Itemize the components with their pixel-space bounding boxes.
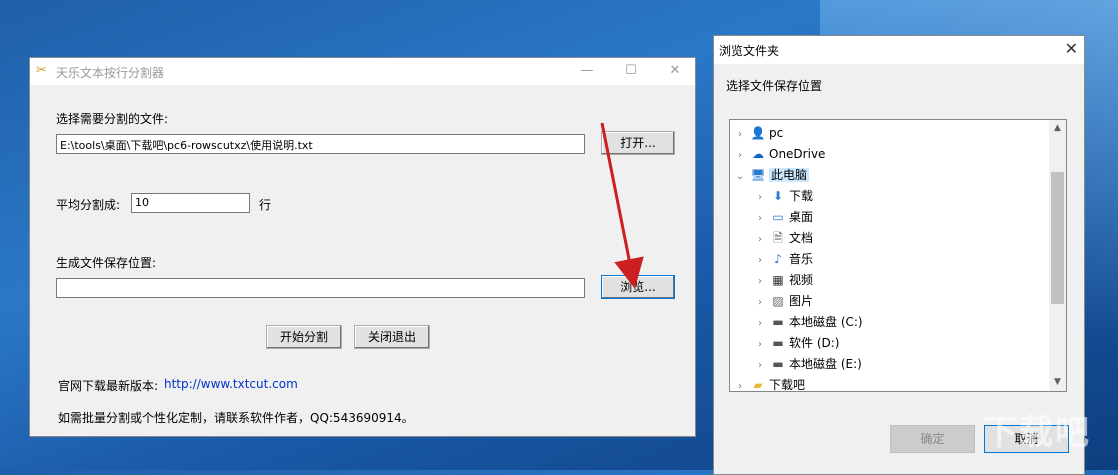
picture-icon: ▨ bbox=[772, 294, 784, 308]
user-icon: 👤 bbox=[750, 126, 766, 140]
tree-item-label: 桌面 bbox=[789, 210, 814, 224]
chevron-right-icon[interactable]: › bbox=[754, 334, 766, 355]
chevron-right-icon[interactable]: › bbox=[754, 355, 766, 376]
dialog-title-bar: 浏览文件夹 ✕ bbox=[714, 36, 1084, 64]
drive-icon: ▬ bbox=[772, 357, 784, 371]
scroll-up-icon[interactable]: ▲ bbox=[1049, 120, 1066, 137]
scroll-down-icon[interactable]: ▼ bbox=[1049, 374, 1066, 391]
tree-item[interactable]: › ⬇ 下载 bbox=[754, 186, 813, 207]
tree-item-label: 视频 bbox=[789, 273, 814, 287]
tree-item-label: 本地磁盘 (E:) bbox=[789, 357, 862, 371]
file-path-input[interactable]: E:\tools\桌面\下载吧\pc6-rowscutxz\使用说明.txt bbox=[56, 134, 585, 154]
file-label: 选择需要分割的文件: bbox=[56, 112, 169, 126]
scroll-thumb[interactable] bbox=[1051, 172, 1064, 304]
tree-item[interactable]: › ♪ 音乐 bbox=[754, 249, 813, 270]
split-unit-label: 行 bbox=[259, 198, 272, 212]
chevron-right-icon[interactable]: › bbox=[754, 229, 766, 250]
tree-scrollbar[interactable]: ▲ ▼ bbox=[1049, 120, 1066, 391]
dialog-description: 选择文件保存位置 bbox=[726, 79, 823, 93]
tree-item[interactable]: › ▬ 软件 (D:) bbox=[754, 333, 839, 354]
split-count-input[interactable]: 10 bbox=[131, 193, 250, 213]
split-label: 平均分割成: bbox=[56, 198, 121, 212]
tree-item-label: 软件 (D:) bbox=[789, 336, 840, 350]
tree-item[interactable]: › ▨ 图片 bbox=[754, 291, 813, 312]
chevron-down-icon[interactable]: ⌄ bbox=[734, 166, 746, 187]
dialog-close-icon[interactable]: ✕ bbox=[1065, 39, 1078, 58]
scissors-icon: ✂ bbox=[36, 63, 47, 78]
tree-item[interactable]: › ☁ OneDrive bbox=[734, 144, 825, 165]
music-icon: ♪ bbox=[774, 252, 782, 266]
minimize-button[interactable]: — bbox=[565, 58, 609, 85]
tree-item-label: 音乐 bbox=[789, 252, 814, 266]
tree-item[interactable]: › ▦ 视频 bbox=[754, 270, 813, 291]
chevron-right-icon[interactable]: › bbox=[754, 292, 766, 313]
title-bar: ✂ 天乐文本按行分割器 — ☐ ✕ bbox=[30, 58, 695, 85]
tree-item-label: pc bbox=[769, 126, 784, 140]
drive-icon: ▬ bbox=[772, 336, 784, 350]
tree-item-label: OneDrive bbox=[769, 147, 826, 161]
chevron-right-icon[interactable]: › bbox=[754, 250, 766, 271]
tree-item[interactable]: › ▬ 本地磁盘 (E:) bbox=[754, 354, 862, 375]
tree-item-label: 此电脑 bbox=[769, 168, 810, 182]
tree-item[interactable]: › ▬ 本地磁盘 (C:) bbox=[754, 312, 863, 333]
chevron-right-icon[interactable]: › bbox=[734, 124, 746, 145]
close-exit-button[interactable]: 关闭退出 bbox=[354, 325, 430, 349]
ok-button[interactable]: 确定 bbox=[890, 425, 975, 453]
watermark-logo: 下载吧 bbox=[983, 413, 1091, 453]
video-icon: ▦ bbox=[772, 273, 784, 287]
drive-icon: ▬ bbox=[772, 315, 784, 329]
website-label: 官网下载最新版本: bbox=[58, 379, 159, 393]
computer-icon: 🖥 bbox=[750, 168, 766, 182]
folder-icon: ▰ bbox=[753, 378, 763, 392]
chevron-right-icon[interactable]: › bbox=[754, 271, 766, 292]
chevron-right-icon[interactable]: › bbox=[754, 208, 766, 229]
close-button[interactable]: ✕ bbox=[653, 58, 697, 85]
tree-item[interactable]: › ▰ 下载吧 bbox=[734, 375, 806, 392]
tree-item[interactable]: › 🗎 文档 bbox=[754, 228, 813, 249]
tree-item-label: 图片 bbox=[789, 294, 814, 308]
folder-tree[interactable]: ▲ ▼ › 👤 pc › ☁ OneDrive ⌄ 🖥 此电脑 › ⬇ 下载 › ▭ 桌面 › 🗎 文档 › ♪ 音乐 ›… bbox=[729, 119, 1067, 392]
cloud-icon: ☁ bbox=[752, 147, 764, 161]
tree-item[interactable]: › 👤 pc bbox=[734, 123, 783, 144]
dialog-title: 浏览文件夹 bbox=[719, 44, 780, 58]
window-title: 天乐文本按行分割器 bbox=[56, 66, 165, 80]
chevron-right-icon[interactable]: › bbox=[754, 313, 766, 334]
download-icon: ⬇ bbox=[772, 189, 784, 203]
website-link[interactable]: http://www.txtcut.com bbox=[164, 377, 298, 391]
tree-item-label: 本地磁盘 (C:) bbox=[789, 315, 863, 329]
browse-button[interactable]: 浏览... bbox=[601, 275, 675, 299]
tree-item-label: 下载 bbox=[789, 189, 814, 203]
tree-item[interactable]: › ▭ 桌面 bbox=[754, 207, 813, 228]
start-split-button[interactable]: 开始分割 bbox=[266, 325, 342, 349]
chevron-right-icon[interactable]: › bbox=[734, 376, 746, 391]
tree-item-label: 文档 bbox=[789, 231, 814, 245]
desktop-icon: ▭ bbox=[772, 210, 784, 224]
chevron-right-icon[interactable]: › bbox=[754, 187, 766, 208]
tree-item-label: 下载吧 bbox=[769, 378, 806, 392]
maximize-button[interactable]: ☐ bbox=[609, 58, 653, 85]
contact-text: 如需批量分割或个性化定制，请联系软件作者，QQ:543690914。 bbox=[58, 411, 414, 425]
chevron-right-icon[interactable]: › bbox=[734, 145, 746, 166]
tree-item[interactable]: ⌄ 🖥 此电脑 bbox=[734, 165, 810, 187]
save-path-input[interactable] bbox=[56, 278, 585, 298]
document-icon: 🗎 bbox=[773, 231, 783, 245]
main-window: ✂ 天乐文本按行分割器 — ☐ ✕ 选择需要分割的文件: E:\tools\桌面… bbox=[29, 57, 696, 437]
open-button[interactable]: 打开... bbox=[601, 131, 675, 155]
save-location-label: 生成文件保存位置: bbox=[56, 256, 157, 270]
